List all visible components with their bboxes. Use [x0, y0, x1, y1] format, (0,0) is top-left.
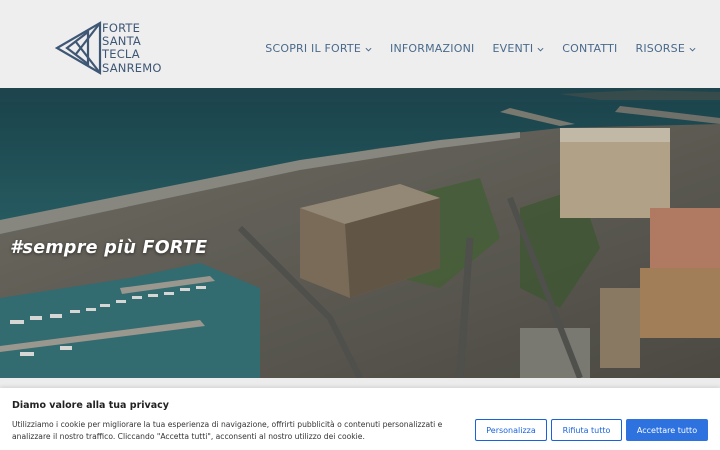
- hero-title: #sempre più FORTE: [10, 238, 208, 258]
- accept-all-cookies-button[interactable]: Accettare tutto: [626, 419, 708, 441]
- site-header: FORTE SANTA TECLA SANREMO SCOPRI IL FORT…: [0, 0, 720, 88]
- hero-banner: #sempre più FORTE: [0, 88, 720, 378]
- chevron-down-icon: [537, 47, 544, 52]
- nav-label: INFORMAZIONI: [390, 42, 475, 55]
- nav-item-eventi[interactable]: EVENTI: [492, 42, 544, 55]
- logo-wordmark: FORTE SANTA TECLA SANREMO: [102, 21, 162, 75]
- logo-line-3: TECLA: [102, 47, 140, 62]
- site-logo[interactable]: FORTE SANTA TECLA SANREMO: [54, 20, 166, 80]
- nav-item-contatti[interactable]: CONTATTI: [562, 42, 617, 55]
- nav-item-scopri-il-forte[interactable]: SCOPRI IL FORTE: [265, 42, 372, 55]
- reject-all-cookies-button[interactable]: Rifiuta tutto: [551, 419, 622, 441]
- nav-item-informazioni[interactable]: INFORMAZIONI: [390, 42, 474, 55]
- triangle-logo-icon: [54, 21, 102, 75]
- cookie-description: Utilizziamo i cookie per migliorare la t…: [12, 420, 443, 441]
- cookie-consent-banner: Diamo valore alla tua privacy Utilizziam…: [0, 388, 720, 450]
- chevron-down-icon: [365, 47, 372, 52]
- main-nav: SCOPRI IL FORTE INFORMAZIONI EVENTI CONT…: [265, 42, 696, 55]
- nav-label: CONTATTI: [562, 42, 618, 55]
- nav-label: RISORSE: [635, 42, 685, 55]
- chevron-down-icon: [689, 47, 696, 52]
- nav-item-risorse[interactable]: RISORSE: [635, 42, 696, 55]
- hero-aerial-image: [0, 88, 720, 378]
- logo-line-4: SANREMO: [102, 60, 162, 75]
- nav-label: SCOPRI IL FORTE: [265, 42, 362, 55]
- nav-label: EVENTI: [492, 42, 534, 55]
- cookie-title: Diamo valore alla tua privacy: [12, 400, 169, 411]
- customize-cookies-button[interactable]: Personalizza: [475, 419, 547, 441]
